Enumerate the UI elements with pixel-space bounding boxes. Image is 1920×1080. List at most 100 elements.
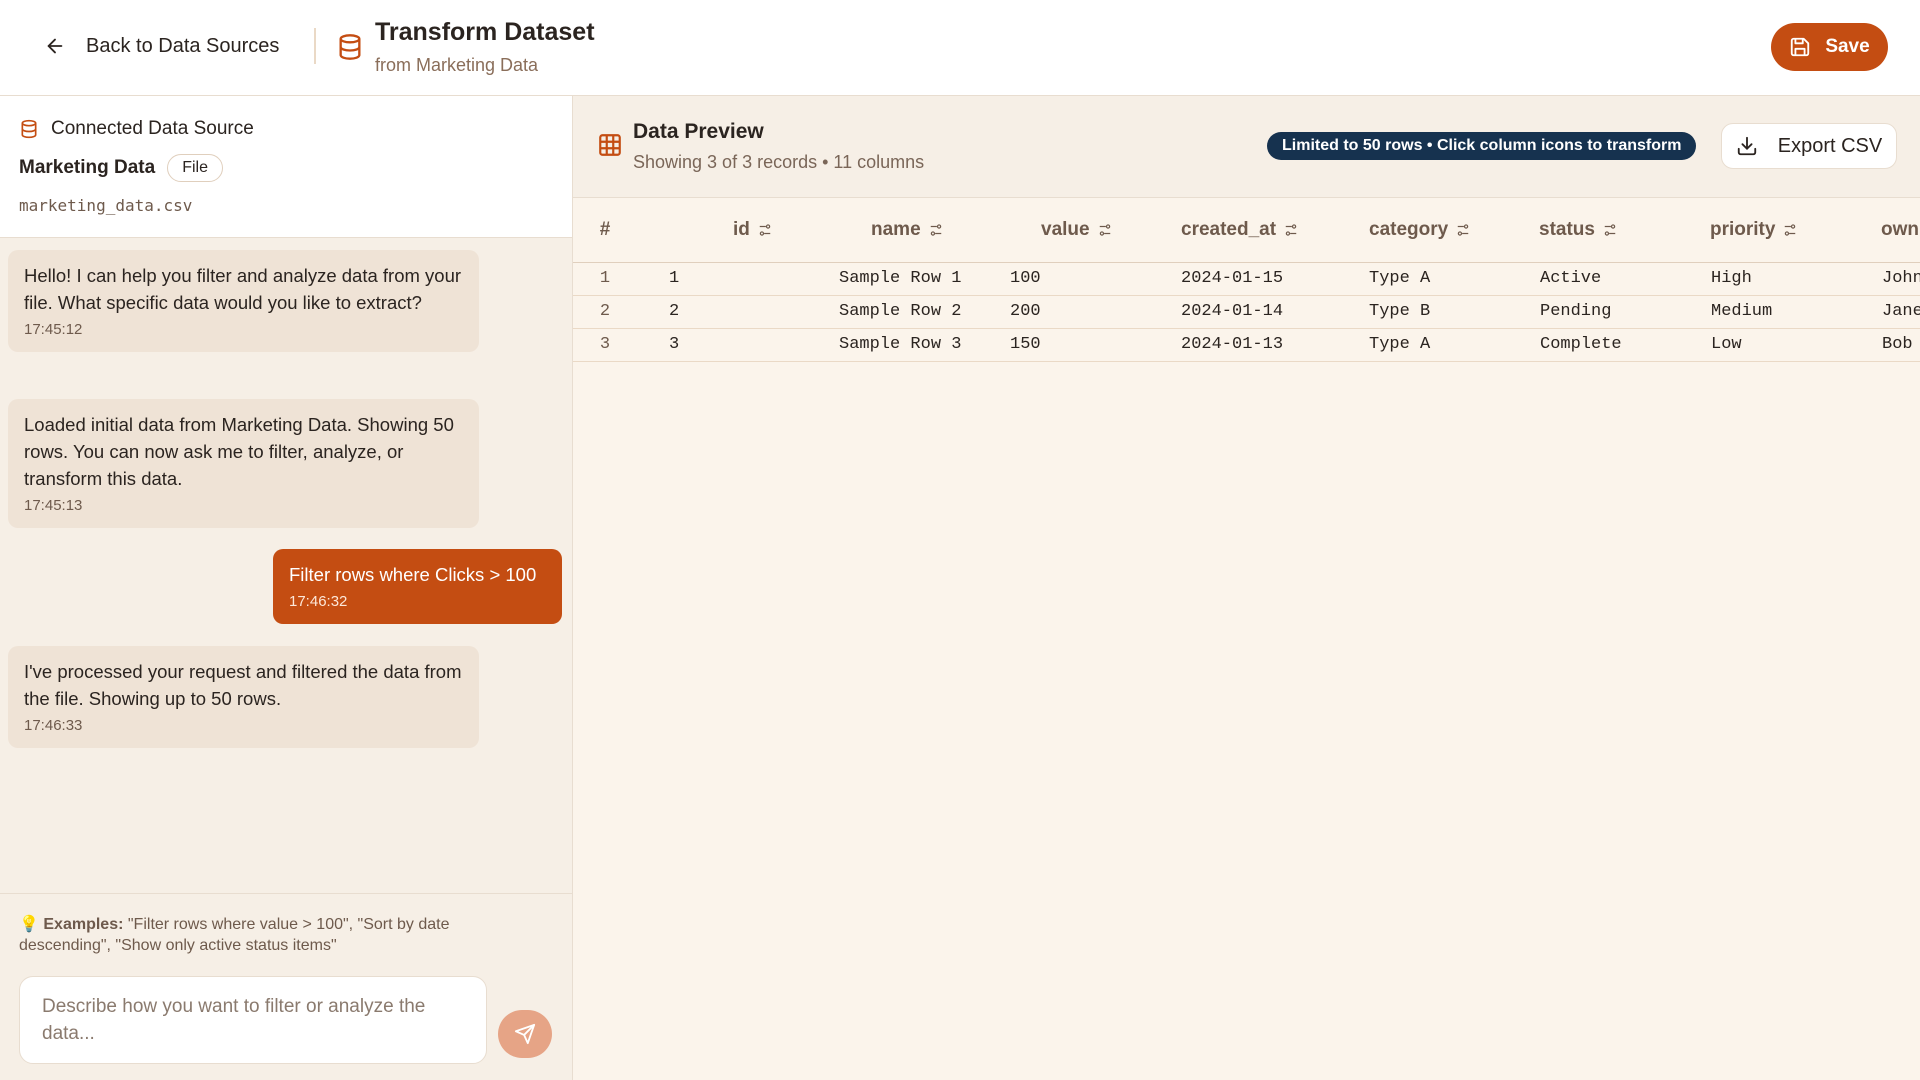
column-header-button[interactable]: value: [1041, 219, 1112, 241]
column-header-owner: own: [1850, 198, 1920, 263]
row-number: 2: [573, 295, 637, 329]
cell-category: Type A: [1337, 262, 1508, 296]
cell-created-at: 2024-01-13: [1149, 328, 1337, 362]
source-name-row: Marketing Data File: [19, 154, 223, 182]
column-header-status: status: [1508, 198, 1679, 263]
transform-icon[interactable]: [1456, 223, 1470, 237]
chat-input[interactable]: Describe how you want to filter or analy…: [19, 976, 487, 1064]
source-heading: Connected Data Source: [51, 118, 254, 139]
row-limit-badge: Limited to 50 rows • Click column icons …: [1267, 132, 1697, 160]
column-header-button[interactable]: created_at: [1181, 219, 1298, 241]
message-time: 17:46:32: [289, 593, 348, 610]
page-title: Transform Dataset: [375, 18, 595, 46]
column-header-index: #: [573, 198, 637, 263]
header-divider: [314, 28, 316, 64]
message-time: 17:45:12: [24, 321, 83, 338]
message-time: 17:45:13: [24, 497, 83, 514]
column-header-button[interactable]: priority: [1710, 219, 1797, 241]
cell-priority: Medium: [1679, 295, 1850, 329]
data-table: # id name value created_at category stat…: [573, 198, 1920, 362]
data-preview-panel: Data Preview Showing 3 of 3 records • 11…: [573, 96, 1920, 1080]
column-header-button[interactable]: status: [1539, 219, 1617, 241]
cell-status: Complete: [1508, 328, 1679, 362]
arrow-left-icon: [47, 38, 63, 54]
cell-created-at: 2024-01-15: [1149, 262, 1337, 296]
row-number: 3: [573, 328, 637, 362]
save-label: Save: [1825, 36, 1870, 57]
column-header-button[interactable]: category: [1369, 219, 1470, 241]
save-button[interactable]: Save: [1771, 23, 1888, 71]
preview-subtitle: Showing 3 of 3 records • 11 columns: [633, 152, 925, 172]
transform-icon[interactable]: [929, 223, 943, 237]
cell-created-at: 2024-01-14: [1149, 295, 1337, 329]
column-header-button[interactable]: own: [1881, 219, 1919, 241]
cell-priority: Low: [1679, 328, 1850, 362]
examples-hint: 💡 Examples: "Filter rows where value > 1…: [19, 914, 479, 956]
cell-status: Pending: [1508, 295, 1679, 329]
transform-icon[interactable]: [1098, 223, 1112, 237]
send-icon: [514, 1023, 536, 1045]
cell-priority: High: [1679, 262, 1850, 296]
source-name: Marketing Data: [19, 157, 156, 178]
examples-label: Examples:: [43, 916, 124, 933]
cell-owner: Bob: [1850, 328, 1920, 362]
page-subtitle: from Marketing Data: [375, 55, 539, 75]
column-header-id: id: [637, 198, 807, 263]
preview-header: Data Preview Showing 3 of 3 records • 11…: [573, 96, 1920, 198]
chat-message-user: Filter rows where Clicks > 100 17:46:32: [273, 549, 562, 624]
cell-id: 3: [637, 328, 807, 362]
column-header-name: name: [807, 198, 978, 263]
message-text: Hello! I can help you filter and analyze…: [24, 265, 462, 313]
cell-id: 1: [637, 262, 807, 296]
cell-owner: Jane: [1850, 295, 1920, 329]
table-icon: [599, 134, 621, 156]
send-button[interactable]: [498, 1010, 552, 1058]
export-label: Export CSV: [1777, 134, 1883, 157]
save-icon: [1791, 37, 1810, 57]
source-type-badge: File: [167, 154, 223, 182]
database-icon: [21, 119, 37, 139]
chat-message-bot: Hello! I can help you filter and analyze…: [8, 250, 479, 352]
cell-owner: John: [1850, 262, 1920, 296]
chat-composer: 💡 Examples: "Filter rows where value > 1…: [0, 893, 572, 1080]
message-text: I've processed your request and filtered…: [24, 661, 462, 709]
cell-value: 150: [978, 328, 1149, 362]
source-heading-row: Connected Data Source: [19, 118, 254, 140]
table-header-row: # id name value created_at category stat…: [573, 198, 1920, 263]
export-csv-button[interactable]: Export CSV: [1721, 123, 1897, 169]
cell-name: Sample Row 1: [807, 262, 978, 296]
cell-name: Sample Row 2: [807, 295, 978, 329]
back-label: Back to Data Sources: [86, 34, 280, 57]
cell-id: 2: [637, 295, 807, 329]
column-header-button[interactable]: name: [871, 219, 943, 241]
column-header-created-at: created_at: [1149, 198, 1337, 263]
table-row: 2 2 Sample Row 2 200 2024-01-14 Type B P…: [573, 295, 1920, 329]
message-time: 17:46:33: [24, 717, 83, 734]
column-header-button[interactable]: id: [733, 219, 772, 241]
database-icon: [339, 34, 361, 60]
transform-icon[interactable]: [1284, 223, 1298, 237]
download-icon: [1737, 136, 1756, 156]
connected-source-card: Connected Data Source Marketing Data Fil…: [0, 96, 572, 238]
data-grid: # id name value created_at category stat…: [573, 198, 1920, 1080]
message-text: Filter rows where Clicks > 100: [289, 564, 537, 585]
transform-icon[interactable]: [1783, 223, 1797, 237]
message-text: Loaded initial data from Marketing Data.…: [24, 414, 454, 489]
cell-value: 200: [978, 295, 1149, 329]
source-file-path: marketing_data.csv: [19, 196, 193, 215]
transform-icon[interactable]: [758, 223, 772, 237]
lightbulb-icon: 💡: [19, 916, 39, 933]
chat-messages: Hello! I can help you filter and analyze…: [0, 238, 572, 893]
table-row: 1 1 Sample Row 1 100 2024-01-15 Type A A…: [573, 262, 1920, 296]
cell-name: Sample Row 3: [807, 328, 978, 362]
table-row: 3 3 Sample Row 3 150 2024-01-13 Type A C…: [573, 328, 1920, 362]
back-to-data-sources-link[interactable]: Back to Data Sources: [44, 30, 279, 62]
cell-category: Type A: [1337, 328, 1508, 362]
column-header-priority: priority: [1679, 198, 1850, 263]
preview-title: Data Preview: [633, 120, 764, 143]
transform-icon[interactable]: [1603, 223, 1617, 237]
column-header-value: value: [978, 198, 1149, 263]
row-number: 1: [573, 262, 637, 296]
cell-category: Type B: [1337, 295, 1508, 329]
chat-message-bot: Loaded initial data from Marketing Data.…: [8, 399, 479, 528]
